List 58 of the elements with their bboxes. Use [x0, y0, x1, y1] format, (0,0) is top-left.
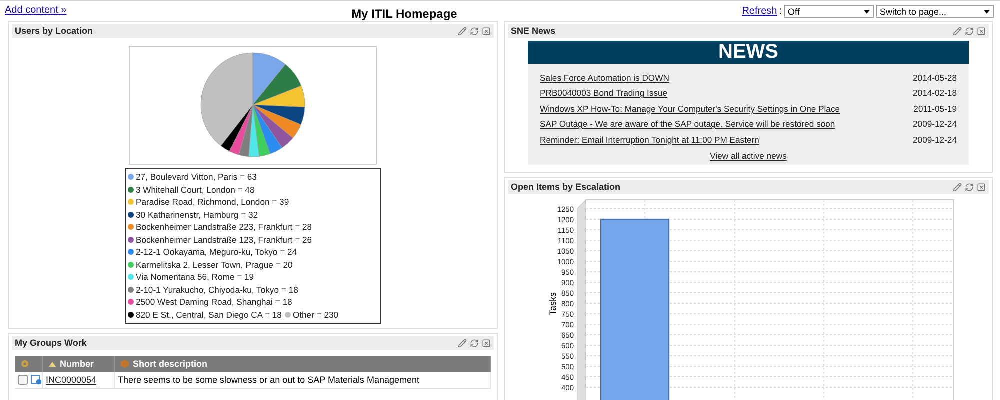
- news-date: 2011-05-19: [914, 104, 957, 114]
- separator-text: :: [779, 6, 782, 17]
- refresh-link[interactable]: Refresh: [742, 6, 778, 17]
- news-date: 2014-05-28: [913, 72, 957, 83]
- dropdown-caret-icon: [864, 10, 870, 14]
- edit-icon[interactable]: [953, 26, 962, 36]
- news-link[interactable]: Windows XP How-To: Manage Your Computer's Security Settings in One Place: [540, 104, 840, 114]
- close-icon[interactable]: [482, 338, 491, 348]
- cube-icon: [121, 360, 129, 368]
- news-date: 2009-12-24: [913, 119, 957, 130]
- refresh-icon[interactable]: [470, 26, 479, 36]
- legend-label: 2500 West Daming Road, Shanghai = 18: [136, 296, 292, 308]
- panel-title: Users by Location: [15, 26, 94, 36]
- dropdown-caret-icon: [984, 10, 990, 14]
- panel-title: Open Items by Escalation: [511, 182, 621, 192]
- legend-label: 27, Boulevard Vitton, Paris = 63: [136, 171, 257, 184]
- refresh-icon[interactable]: [965, 26, 974, 36]
- panel-title: My Groups Work: [15, 338, 87, 348]
- news-link[interactable]: Sales Force Automation is DOWN: [540, 72, 670, 83]
- document-icon[interactable]: [31, 375, 42, 385]
- edit-icon[interactable]: [458, 26, 467, 36]
- legend-label: Bockenheimer Landstraße 123, Frankfurt = 26: [136, 234, 312, 246]
- refresh-icon[interactable]: [965, 182, 974, 192]
- legend-label: Bockenheimer Landstraße 223, Frankfurt = 28: [136, 221, 312, 234]
- edit-icon[interactable]: [953, 182, 962, 192]
- close-icon[interactable]: [482, 26, 491, 36]
- legend-label: 2-12-1 Ookayama, Meguro-ku, Tokyo = 24: [136, 246, 298, 258]
- legend-label: 30 Katharinenstr, Hamburg = 32: [136, 208, 258, 221]
- column-header[interactable]: Number: [43, 356, 115, 372]
- legend-label: Other = 230: [292, 308, 339, 321]
- close-icon[interactable]: [977, 26, 986, 36]
- legend-label: 3 Whitehall Court, London = 48: [136, 184, 255, 196]
- news-banner: NEWS: [528, 41, 969, 64]
- news-link[interactable]: SAP Outage - We are aware of the SAP outage. Service will be restored soon: [540, 119, 836, 130]
- table-cell: There seems to be some slowness or an out to SAP Materials Management: [115, 372, 491, 388]
- close-icon[interactable]: [977, 182, 986, 192]
- page-title: My ITIL Homepage: [350, 6, 458, 21]
- row-checkbox[interactable]: [18, 375, 28, 385]
- legend-label: 820 E St., Central, San Diego CA = 18: [136, 308, 282, 321]
- refresh-icon[interactable]: [470, 338, 479, 348]
- edit-icon[interactable]: [458, 338, 467, 348]
- record-number-link[interactable]: INC0000054: [46, 375, 97, 385]
- news-link[interactable]: Reminder: Email Interruption Tonight at 11:00 PM Eastern: [540, 134, 760, 145]
- legend-label: Paradise Road, Richmond, London = 39: [136, 196, 290, 208]
- view-all-link[interactable]: View all active news: [710, 150, 787, 160]
- news-date: 2014-02-18: [913, 88, 957, 98]
- add-content-link[interactable]: Add content »: [5, 5, 67, 16]
- y-axis-label: Tasks: [548, 292, 558, 316]
- column-header[interactable]: Short description: [115, 356, 491, 372]
- legend-label: 2-10-1 Yurakucho, Chiyoda-ku, Tokyo = 18: [136, 284, 298, 296]
- news-date: 2009-12-24: [913, 134, 957, 145]
- legend-label: Karmelitska 2, Lesser Town, Prague = 20: [136, 258, 293, 271]
- page-select[interactable]: Switch to page...: [876, 5, 994, 18]
- refresh-select[interactable]: Off: [784, 5, 874, 18]
- news-link[interactable]: PRB0040003 Bond Trading Issue: [540, 88, 668, 98]
- panel-title: SNE News: [511, 26, 556, 36]
- sort-arrow-icon: [49, 362, 56, 366]
- legend-label: Via Nomentana 56, Rome = 19: [136, 271, 254, 284]
